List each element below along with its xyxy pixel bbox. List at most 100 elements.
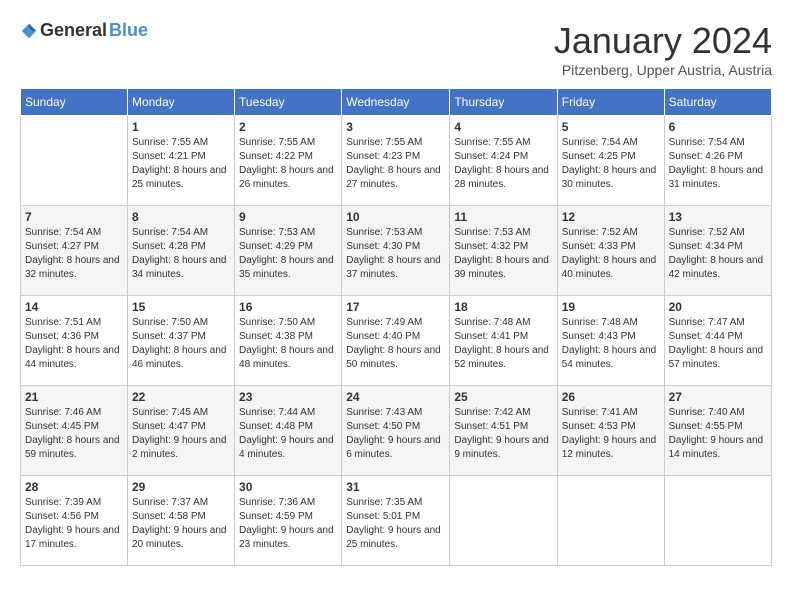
day-number: 18: [454, 300, 552, 314]
day-number: 29: [132, 480, 230, 494]
day-info: Sunrise: 7:53 AMSunset: 4:29 PMDaylight:…: [239, 226, 337, 282]
calendar-cell: 9 Sunrise: 7:53 AMSunset: 4:29 PMDaylight…: [235, 206, 342, 296]
day-number: 4: [454, 120, 552, 134]
day-number: 12: [562, 210, 660, 224]
day-info: Sunrise: 7:52 AMSunset: 4:34 PMDaylight:…: [669, 226, 767, 282]
calendar-cell: 27Sunrise: 7:40 AMSunset: 4:55 PMDayligh…: [664, 386, 771, 476]
day-number: 6: [669, 120, 767, 134]
day-number: 24: [346, 390, 445, 404]
calendar-table: SundayMondayTuesdayWednesdayThursdayFrid…: [20, 88, 772, 566]
week-row-2: 7 Sunrise: 7:54 AMSunset: 4:27 PMDaylight…: [21, 206, 772, 296]
calendar-cell: [450, 476, 557, 566]
day-info: Sunrise: 7:54 AMSunset: 4:28 PMDaylight:…: [132, 226, 230, 282]
calendar-cell: 24Sunrise: 7:43 AMSunset: 4:50 PMDayligh…: [342, 386, 450, 476]
day-info: Sunrise: 7:53 AMSunset: 4:30 PMDaylight:…: [346, 226, 445, 282]
calendar-cell: 21Sunrise: 7:46 AMSunset: 4:45 PMDayligh…: [21, 386, 128, 476]
calendar-cell: 1 Sunrise: 7:55 AMSunset: 4:21 PMDaylight…: [127, 116, 234, 206]
calendar-cell: 12 Sunrise: 7:52 AMSunset: 4:33 PMDayligh…: [557, 206, 664, 296]
calendar-cell: 28Sunrise: 7:39 AMSunset: 4:56 PMDayligh…: [21, 476, 128, 566]
day-info: Sunrise: 7:41 AMSunset: 4:53 PMDaylight:…: [562, 406, 660, 462]
calendar-cell: 31Sunrise: 7:35 AMSunset: 5:01 PMDayligh…: [342, 476, 450, 566]
month-year-title: January 2024: [554, 20, 772, 62]
weekday-header-tuesday: Tuesday: [235, 89, 342, 116]
calendar-cell: 3 Sunrise: 7:55 AMSunset: 4:23 PMDaylight…: [342, 116, 450, 206]
calendar-cell: 18 Sunrise: 7:48 AMSunset: 4:41 PMDayligh…: [450, 296, 557, 386]
day-info: Sunrise: 7:52 AMSunset: 4:33 PMDaylight:…: [562, 226, 660, 282]
day-info: Sunrise: 7:54 AMSunset: 4:26 PMDaylight:…: [669, 136, 767, 192]
day-info: Sunrise: 7:45 AMSunset: 4:47 PMDaylight:…: [132, 406, 230, 462]
day-info: Sunrise: 7:42 AMSunset: 4:51 PMDaylight:…: [454, 406, 552, 462]
calendar-cell: 25 Sunrise: 7:42 AMSunset: 4:51 PMDayligh…: [450, 386, 557, 476]
day-number: 11: [454, 210, 552, 224]
day-number: 3: [346, 120, 445, 134]
calendar-cell: [557, 476, 664, 566]
week-row-3: 14 Sunrise: 7:51 AMSunset: 4:36 PMDayligh…: [21, 296, 772, 386]
day-info: Sunrise: 7:40 AMSunset: 4:55 PMDaylight:…: [669, 406, 767, 462]
weekday-header-wednesday: Wednesday: [342, 89, 450, 116]
calendar-cell: 23Sunrise: 7:44 AMSunset: 4:48 PMDayligh…: [235, 386, 342, 476]
calendar-cell: [664, 476, 771, 566]
day-number: 9: [239, 210, 337, 224]
week-row-5: 28Sunrise: 7:39 AMSunset: 4:56 PMDayligh…: [21, 476, 772, 566]
week-row-4: 21Sunrise: 7:46 AMSunset: 4:45 PMDayligh…: [21, 386, 772, 476]
location-subtitle: Pitzenberg, Upper Austria, Austria: [554, 62, 772, 78]
day-info: Sunrise: 7:55 AMSunset: 4:24 PMDaylight:…: [454, 136, 552, 192]
day-info: Sunrise: 7:55 AMSunset: 4:23 PMDaylight:…: [346, 136, 445, 192]
calendar-cell: 10Sunrise: 7:53 AMSunset: 4:30 PMDayligh…: [342, 206, 450, 296]
day-number: 22: [132, 390, 230, 404]
day-info: Sunrise: 7:37 AMSunset: 4:58 PMDaylight:…: [132, 496, 230, 552]
calendar-cell: 16 Sunrise: 7:50 AMSunset: 4:38 PMDayligh…: [235, 296, 342, 386]
day-number: 19: [562, 300, 660, 314]
day-number: 26: [562, 390, 660, 404]
day-info: Sunrise: 7:50 AMSunset: 4:37 PMDaylight:…: [132, 316, 230, 372]
day-info: Sunrise: 7:50 AMSunset: 4:38 PMDaylight:…: [239, 316, 337, 372]
weekday-header-monday: Monday: [127, 89, 234, 116]
day-info: Sunrise: 7:51 AMSunset: 4:36 PMDaylight:…: [25, 316, 123, 372]
logo-text-blue: Blue: [109, 20, 148, 41]
day-info: Sunrise: 7:55 AMSunset: 4:22 PMDaylight:…: [239, 136, 337, 192]
day-number: 7: [25, 210, 123, 224]
calendar-cell: 7 Sunrise: 7:54 AMSunset: 4:27 PMDaylight…: [21, 206, 128, 296]
day-info: Sunrise: 7:54 AMSunset: 4:25 PMDaylight:…: [562, 136, 660, 192]
weekday-header-thursday: Thursday: [450, 89, 557, 116]
calendar-cell: 4 Sunrise: 7:55 AMSunset: 4:24 PMDaylight…: [450, 116, 557, 206]
day-number: 21: [25, 390, 123, 404]
day-info: Sunrise: 7:54 AMSunset: 4:27 PMDaylight:…: [25, 226, 123, 282]
calendar-cell: 30Sunrise: 7:36 AMSunset: 4:59 PMDayligh…: [235, 476, 342, 566]
calendar-cell: 14 Sunrise: 7:51 AMSunset: 4:36 PMDayligh…: [21, 296, 128, 386]
calendar-cell: 19 Sunrise: 7:48 AMSunset: 4:43 PMDayligh…: [557, 296, 664, 386]
day-number: 28: [25, 480, 123, 494]
calendar-cell: 22 Sunrise: 7:45 AMSunset: 4:47 PMDayligh…: [127, 386, 234, 476]
day-info: Sunrise: 7:55 AMSunset: 4:21 PMDaylight:…: [132, 136, 230, 192]
logo-icon: [20, 22, 38, 40]
day-number: 25: [454, 390, 552, 404]
day-info: Sunrise: 7:48 AMSunset: 4:43 PMDaylight:…: [562, 316, 660, 372]
logo-text-general: General: [40, 20, 107, 41]
weekday-header-saturday: Saturday: [664, 89, 771, 116]
day-number: 17: [346, 300, 445, 314]
calendar-cell: 20 Sunrise: 7:47 AMSunset: 4:44 PMDayligh…: [664, 296, 771, 386]
day-number: 13: [669, 210, 767, 224]
day-number: 30: [239, 480, 337, 494]
calendar-cell: 26 Sunrise: 7:41 AMSunset: 4:53 PMDayligh…: [557, 386, 664, 476]
day-info: Sunrise: 7:53 AMSunset: 4:32 PMDaylight:…: [454, 226, 552, 282]
day-info: Sunrise: 7:48 AMSunset: 4:41 PMDaylight:…: [454, 316, 552, 372]
day-info: Sunrise: 7:49 AMSunset: 4:40 PMDaylight:…: [346, 316, 445, 372]
day-number: 2: [239, 120, 337, 134]
day-number: 16: [239, 300, 337, 314]
calendar-cell: 6 Sunrise: 7:54 AMSunset: 4:26 PMDaylight…: [664, 116, 771, 206]
day-number: 14: [25, 300, 123, 314]
logo: GeneralBlue: [20, 20, 148, 41]
page-header: GeneralBlue January 2024 Pitzenberg, Upp…: [20, 20, 772, 78]
weekday-header-sunday: Sunday: [21, 89, 128, 116]
day-number: 23: [239, 390, 337, 404]
calendar-cell: 2 Sunrise: 7:55 AMSunset: 4:22 PMDaylight…: [235, 116, 342, 206]
day-info: Sunrise: 7:47 AMSunset: 4:44 PMDaylight:…: [669, 316, 767, 372]
day-info: Sunrise: 7:35 AMSunset: 5:01 PMDaylight:…: [346, 496, 445, 552]
calendar-cell: 17 Sunrise: 7:49 AMSunset: 4:40 PMDayligh…: [342, 296, 450, 386]
day-number: 1: [132, 120, 230, 134]
weekday-header-friday: Friday: [557, 89, 664, 116]
day-number: 20: [669, 300, 767, 314]
calendar-cell: [21, 116, 128, 206]
calendar-cell: 8Sunrise: 7:54 AMSunset: 4:28 PMDaylight…: [127, 206, 234, 296]
